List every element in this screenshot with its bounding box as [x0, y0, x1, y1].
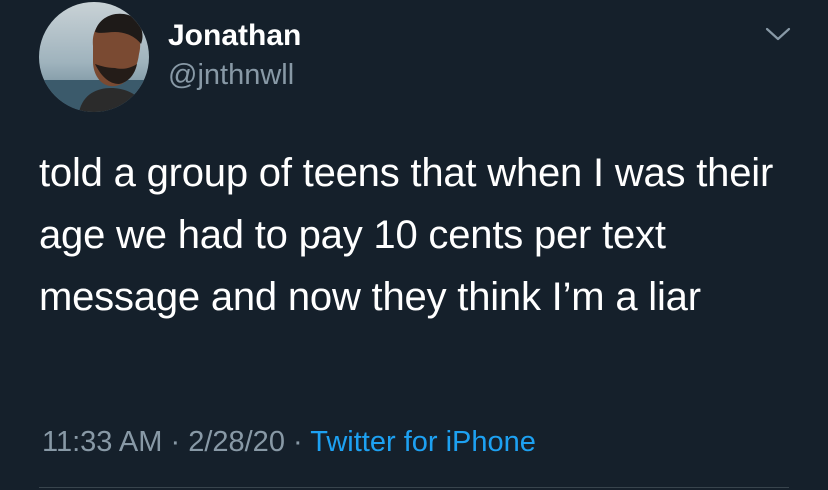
meta-separator: · [293, 426, 303, 458]
tweet-metadata: 11:33 AM · 2/28/20 · Twitter for iPhone [42, 424, 536, 460]
chevron-down-icon[interactable] [764, 24, 792, 44]
tweet-time[interactable]: 11:33 AM [42, 426, 162, 458]
tweet-card: Jonathan @jnthnwll told a group of teens… [0, 0, 828, 490]
avatar-photo [39, 2, 149, 112]
display-name[interactable]: Jonathan [168, 18, 301, 54]
avatar[interactable] [39, 2, 149, 112]
tweet-text: told a group of teens that when I was th… [39, 151, 774, 319]
meta-separator: · [170, 426, 181, 458]
divider [39, 487, 789, 488]
user-handle[interactable]: @jnthnwll [168, 57, 294, 93]
tweet-source-link[interactable]: Twitter for iPhone [310, 426, 536, 458]
tweet-date[interactable]: 2/28/20 [188, 426, 285, 458]
